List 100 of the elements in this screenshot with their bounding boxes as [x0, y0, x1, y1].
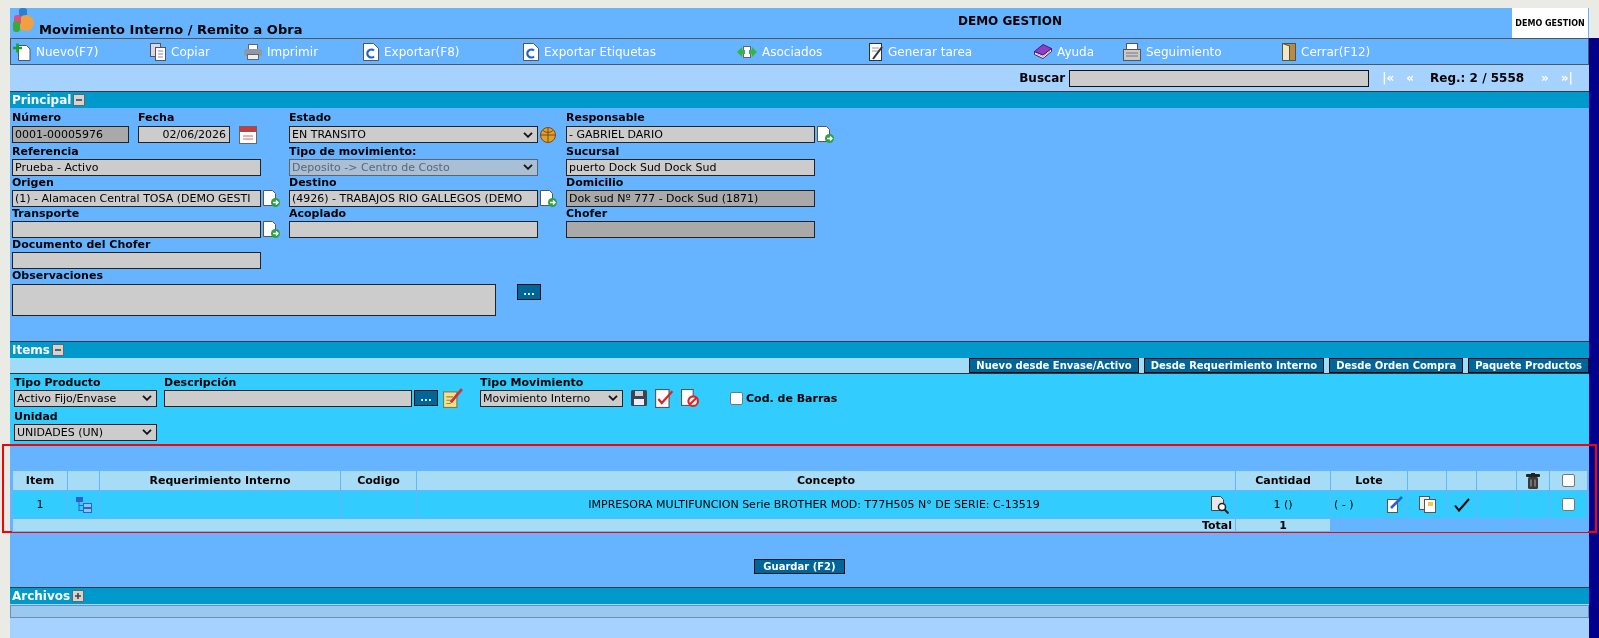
- text-area[interactable]: [12, 284, 496, 316]
- text-field[interactable]: (1) - Alamacen Central TOSA (DEMO GESTI: [12, 189, 261, 207]
- text-field[interactable]: Prueba - Activo: [12, 158, 261, 176]
- book-icon: [1034, 44, 1052, 59]
- lookup-document-icon[interactable]: [540, 189, 557, 207]
- dropdown[interactable]: EN TRANSITO: [289, 126, 538, 143]
- field-label: Responsable: [566, 111, 646, 124]
- collapse-icon[interactable]: [73, 94, 86, 106]
- section-title: Archivos: [12, 589, 71, 603]
- window-title: Movimiento Interno / Remito a Obra: [39, 22, 303, 38]
- chevron-down-icon: [608, 395, 618, 401]
- dropdown[interactable]: UNIDADES (UN): [14, 423, 157, 441]
- save-button[interactable]: Guardar (F2): [754, 559, 845, 574]
- dropdown[interactable]: Activo Fijo/Envase: [14, 389, 157, 407]
- notepad-icon: [869, 42, 883, 61]
- dropdown[interactable]: Deposito -> Centro de Costo: [289, 158, 538, 176]
- field-label: Documento del Chofer: [12, 238, 152, 251]
- column-header: Cantidad: [1235, 470, 1331, 491]
- column-header: Concepto: [416, 470, 1236, 491]
- app-logo-icon: [13, 8, 34, 32]
- action-button[interactable]: Nuevo desde Envase/Activo: [969, 358, 1139, 373]
- save-icon[interactable]: [631, 390, 647, 406]
- documents-icon[interactable]: [1418, 496, 1436, 513]
- text-field[interactable]: - GABRIEL DARIO: [566, 126, 815, 143]
- company-logo: DEMO GESTION: [1512, 8, 1588, 38]
- action-button[interactable]: Paquete Productos: [1468, 358, 1589, 373]
- text-field[interactable]: Dok sud Nº 777 - Dock Sud (1871): [566, 189, 815, 207]
- column-header: Item: [12, 470, 68, 491]
- search-field[interactable]: [1069, 69, 1370, 87]
- concept-text: IMPRESORA MULTIFUNCION Serie BROTHER MOD: T77H505 N° DE SERIE: C-13519: [587, 498, 1041, 511]
- checkbox[interactable]: [730, 391, 743, 405]
- field-label: Tipo Movimiento: [480, 376, 585, 389]
- field-label: Transporte: [12, 207, 81, 220]
- trash-icon[interactable]: [1526, 472, 1540, 489]
- field-label: Número: [12, 111, 62, 124]
- record-counter: Reg.: 2 / 5558: [1430, 71, 1525, 85]
- chevron-down-icon: [142, 429, 152, 435]
- field-label: Observaciones: [12, 269, 104, 282]
- chevron-down-icon: [523, 164, 533, 170]
- globe-icon[interactable]: [540, 126, 556, 143]
- note-edit-icon[interactable]: [443, 388, 463, 408]
- text-field[interactable]: (4926) - TRABAJOS RIO GALLEGOS (DEMO: [289, 189, 538, 207]
- field-label: Descripción: [164, 376, 238, 389]
- export-document-icon: [523, 42, 539, 61]
- text-field[interactable]: [289, 220, 538, 238]
- exchange-arrows-icon: [737, 43, 757, 60]
- lot-text: ( - ): [1334, 498, 1354, 511]
- field-label: Sucursal: [566, 145, 621, 158]
- lookup-document-icon[interactable]: [263, 189, 280, 207]
- tree-list-icon[interactable]: [75, 496, 92, 513]
- field-label: Acoplado: [289, 207, 348, 220]
- field-label: Tipo Producto: [14, 376, 102, 389]
- text-field[interactable]: puerto Dock Sud Dock Sud: [566, 158, 815, 176]
- field-label: Referencia: [12, 145, 80, 158]
- section-title: Principal: [12, 93, 72, 107]
- action-button[interactable]: Desde Requerimiento Interno: [1143, 358, 1325, 373]
- field-label: Tipo de movimiento:: [289, 145, 418, 158]
- column-header: Requerimiento Interno: [99, 470, 341, 491]
- text-field[interactable]: 0001-00005976: [12, 126, 129, 143]
- new-document-icon: [13, 42, 31, 61]
- chevron-down-icon: [142, 395, 152, 401]
- export-document-icon: [363, 42, 379, 61]
- field-label: Domicilio: [566, 176, 625, 189]
- expand-text-button[interactable]: ...: [517, 284, 541, 300]
- field-label: Estado: [289, 111, 333, 124]
- search-label: Buscar: [1019, 71, 1066, 85]
- table-cell: 1: [12, 490, 68, 519]
- chevron-down-icon: [523, 131, 533, 138]
- copy-icon: [150, 42, 166, 61]
- edit-document-icon[interactable]: [1387, 496, 1403, 513]
- document-search-icon[interactable]: [1211, 495, 1229, 514]
- cancel-document-icon[interactable]: [681, 389, 699, 407]
- checkbox[interactable]: [1562, 498, 1575, 511]
- collapse-icon[interactable]: [52, 344, 64, 356]
- company-name: DEMO GESTION: [958, 14, 1063, 28]
- browse-button[interactable]: ...: [414, 390, 438, 406]
- field-label: Unidad: [14, 410, 59, 423]
- calendar-icon[interactable]: [239, 125, 257, 144]
- door-icon: [1282, 42, 1296, 61]
- table-cell: 1 (): [1235, 490, 1331, 519]
- section-title: Items: [12, 343, 50, 357]
- checklist-icon[interactable]: [655, 388, 673, 408]
- text-field[interactable]: [12, 251, 261, 269]
- paper-tray-icon: [1123, 42, 1141, 61]
- expand-icon[interactable]: [72, 590, 85, 602]
- column-header: Lote: [1330, 470, 1408, 491]
- column-header: Codigo: [340, 470, 417, 491]
- field-label: Fecha: [138, 111, 176, 124]
- lookup-document-icon[interactable]: [263, 220, 280, 238]
- action-button[interactable]: Desde Orden Compra: [1329, 358, 1464, 373]
- printer-icon: [244, 43, 262, 60]
- field-label: Origen: [12, 176, 55, 189]
- checkbox[interactable]: [1562, 474, 1575, 487]
- text-field[interactable]: [566, 220, 815, 238]
- text-field[interactable]: [164, 389, 412, 407]
- checkbox-label: Cod. de Barras: [746, 391, 838, 405]
- dropdown[interactable]: Movimiento Interno: [480, 389, 623, 407]
- text-field[interactable]: 02/06/2026: [138, 126, 230, 143]
- lookup-document-icon[interactable]: [817, 126, 834, 143]
- text-field[interactable]: [12, 220, 261, 238]
